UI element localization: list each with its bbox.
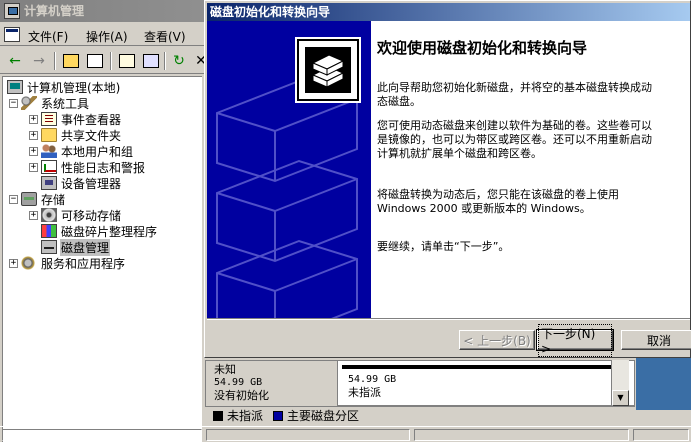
wizard-content: 欢迎使用磁盘初始化和转换向导 此向导帮助您初始化新磁盘，并将空的基本磁盘转换成动… [371,21,690,318]
refresh-icon[interactable]: ↻ [168,51,190,71]
scroll-down-icon[interactable]: ▼ [612,390,629,406]
collapse-icon[interactable]: − [9,98,18,108]
help-icon[interactable] [140,51,162,71]
forward-arrow-icon[interactable]: → [28,51,50,71]
menu-action[interactable]: 操作(A) [86,28,128,45]
tree-item-local-users[interactable]: + 本地用户和组 [29,143,134,159]
disk-init-state: 没有初始化 [214,389,269,402]
next-button[interactable]: 下一步(N) > [536,323,614,357]
wizard-side-panel [207,21,371,318]
disk-size: 54.99 GB [214,377,263,388]
tree-item-removable-storage[interactable]: + 可移动存储 [29,207,122,223]
unallocated-partition[interactable]: 54.99 GB 未指派 [342,365,614,403]
wizard-intro-text: 此向导帮助您初始化新磁盘，并将空的基本磁盘转换成动态磁盘。 [377,81,652,108]
collapse-icon[interactable]: − [9,194,18,204]
wizard-button-bar: < 上一步(B) 下一步(N) > 取消 [207,318,691,357]
tools-icon [21,96,37,110]
shared-folder-icon [41,128,57,142]
expand-icon[interactable]: + [9,258,18,268]
legend-swatch-black [213,410,223,421]
expand-icon[interactable]: + [29,210,38,220]
tree-item-defragmenter[interactable]: 磁盘碎片整理程序 [29,223,158,239]
computer-icon [7,80,23,94]
disk-management-icon [41,240,57,254]
disk-status: 未知 [214,363,236,376]
device-manager-icon [41,176,57,190]
properties-icon[interactable] [116,51,138,71]
tree-item-performance[interactable]: + 性能日志和警报 [29,159,146,175]
up-folder-icon[interactable] [60,51,82,71]
back-arrow-icon[interactable]: ← [4,51,26,71]
partition-size: 54.99 GB [348,374,397,385]
cancel-button[interactable]: 取消 [621,330,691,350]
removable-storage-icon [41,208,57,222]
vertical-scrollbar[interactable]: ▼ [611,360,629,406]
wizard-titlebar[interactable]: 磁盘初始化和转换向导 [207,3,690,21]
services-icon [21,256,37,270]
expand-icon[interactable]: + [29,146,38,156]
legend-item-unallocated: 未指派 [213,407,263,424]
wizard-windows-note-text: 将磁盘转换为动态后，您只能在该磁盘的卷上使用 Windows 2000 或更新版… [377,188,619,215]
legend: 未指派 主要磁盘分区 [205,406,635,424]
legend-item-primary-partition: 主要磁盘分区 [273,407,359,424]
event-viewer-icon [41,112,57,126]
storage-icon [21,192,37,206]
wizard-title: 磁盘初始化和转换向导 [210,5,331,19]
wizard-continue-text: 要继续，请单击“下一步”。 [377,240,510,253]
tree-item-device-manager[interactable]: 设备管理器 [29,175,122,191]
expand-icon[interactable]: + [29,162,38,172]
tree-root[interactable]: 计算机管理(本地) [7,79,121,95]
tree-item-storage[interactable]: − 存储 [9,191,66,207]
menu-file[interactable]: 文件(F) [28,28,68,45]
legend-swatch-blue [273,410,284,421]
wizard-dialog: 磁盘初始化和转换向导 欢迎使用磁盘初始化和转换向导 此向导帮助您初始化新磁盘，并… [204,0,691,358]
partition-state: 未指派 [348,386,381,399]
wizard-heading: 欢迎使用磁盘初始化和转换向导 [377,39,588,57]
show-hide-tree-icon[interactable] [84,51,106,71]
tree-item-system-tools[interactable]: − 系统工具 [9,95,90,111]
menu-view[interactable]: 查看(V) [144,28,186,45]
expand-icon[interactable]: + [29,114,38,124]
console-tree: 计算机管理(本地) − 系统工具 + 事件查看器 + 共享文件夹 + 本地用户和… [2,76,202,442]
expand-icon[interactable]: + [29,130,38,140]
users-icon [41,144,57,158]
performance-icon [41,160,57,174]
disk-info[interactable]: 未知 54.99 GB 没有初始化 [206,361,338,407]
tree-item-services-apps[interactable]: + 服务和应用程序 [9,255,126,271]
window-title: 计算机管理 [24,4,85,18]
wizard-dynamic-disk-text: 您可使用动态磁盘来创建以软件为基础的卷。这些卷可以是镜像的，也可以为带区或跨区卷… [377,119,652,160]
disk-row[interactable]: 未知 54.99 GB 没有初始化 54.99 GB 未指派 [205,360,635,407]
defrag-icon [41,224,57,238]
tree-item-event-viewer[interactable]: + 事件查看器 [29,111,122,127]
console-icon[interactable] [4,27,20,42]
tree-item-shared-folders[interactable]: + 共享文件夹 [29,127,122,143]
wizard-disk-icon [297,39,359,101]
tree-item-disk-management[interactable]: 磁盘管理 [29,238,111,256]
back-button[interactable]: < 上一步(B) [459,330,535,350]
computer-management-icon [4,3,20,19]
status-bar [0,426,691,442]
